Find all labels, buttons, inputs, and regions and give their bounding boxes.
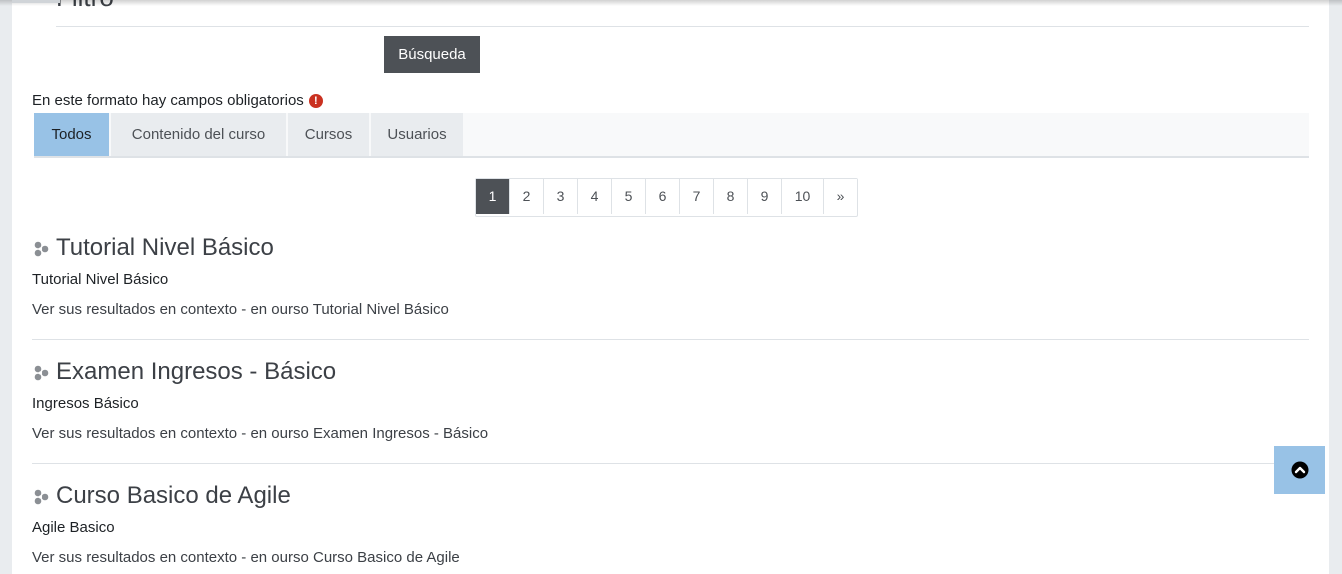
result-course-name: Tutorial Nivel Básico <box>32 271 169 288</box>
page-link-7[interactable]: 7 <box>680 179 714 214</box>
result-title: Curso Basico de Agile <box>32 481 1309 511</box>
page-link-6[interactable]: 6 <box>646 179 680 214</box>
page-link-3[interactable]: 3 <box>544 179 578 214</box>
search-result: Curso Basico de Agile Agile Basico Ver s… <box>32 481 1309 566</box>
search-result: Examen Ingresos - Básico Ingresos Básico… <box>32 357 1309 442</box>
result-course-name: Ingresos Básico <box>32 395 139 412</box>
result-title: Examen Ingresos - Básico <box>32 357 1309 387</box>
result-context-link[interactable]: Ver sus resultados en contexto - en ours… <box>32 425 1309 442</box>
course-icon <box>34 489 49 505</box>
tab-cursos[interactable]: Cursos <box>288 113 369 156</box>
result-divider <box>32 339 1309 340</box>
result-divider <box>32 463 1309 464</box>
result-title-link[interactable]: Curso Basico de Agile <box>56 482 291 510</box>
top-notch <box>12 0 60 3</box>
pagination: 1 2 3 4 5 6 7 8 9 10 » <box>475 178 858 217</box>
page-link-4[interactable]: 4 <box>578 179 612 214</box>
course-icon <box>34 241 49 257</box>
result-title: Tutorial Nivel Básico <box>32 233 1309 263</box>
required-note-text: En este formato hay campos obligatorios <box>32 92 304 109</box>
course-icon <box>34 365 49 381</box>
search-button[interactable]: Búsqueda <box>384 36 480 73</box>
result-context-link[interactable]: Ver sus resultados en contexto - en ours… <box>32 549 1309 566</box>
search-area-tabs: Todos Contenido del curso Cursos Usuario… <box>34 113 1309 158</box>
page-link-5[interactable]: 5 <box>612 179 646 214</box>
page-link-next[interactable]: » <box>824 179 857 214</box>
required-fields-note: En este formato hay campos obligatorios … <box>32 92 323 109</box>
tab-usuarios[interactable]: Usuarios <box>371 113 463 156</box>
page-link-10[interactable]: 10 <box>782 179 824 214</box>
chevron-up-circle-icon <box>1291 461 1308 479</box>
filter-legend-rule <box>56 26 1309 27</box>
page-link-8[interactable]: 8 <box>714 179 748 214</box>
result-context-link[interactable]: Ver sus resultados en contexto - en ours… <box>32 301 1309 318</box>
result-course-name: Agile Basico <box>32 519 115 536</box>
main-content: Filtro Búsqueda En este formato hay camp… <box>12 0 1329 574</box>
tab-contenido-del-curso[interactable]: Contenido del curso <box>111 113 286 156</box>
result-title-link[interactable]: Examen Ingresos - Básico <box>56 358 336 386</box>
page-link-2[interactable]: 2 <box>510 179 544 214</box>
search-result: Tutorial Nivel Básico Tutorial Nivel Bás… <box>32 233 1309 318</box>
exclamation-circle-icon: ! <box>308 93 323 108</box>
page-link-1[interactable]: 1 <box>476 179 510 214</box>
tab-todos[interactable]: Todos <box>34 113 109 156</box>
top-shadow <box>0 0 1342 6</box>
result-title-link[interactable]: Tutorial Nivel Básico <box>56 234 274 262</box>
back-to-top-button[interactable] <box>1274 446 1325 494</box>
page-link-9[interactable]: 9 <box>748 179 782 214</box>
